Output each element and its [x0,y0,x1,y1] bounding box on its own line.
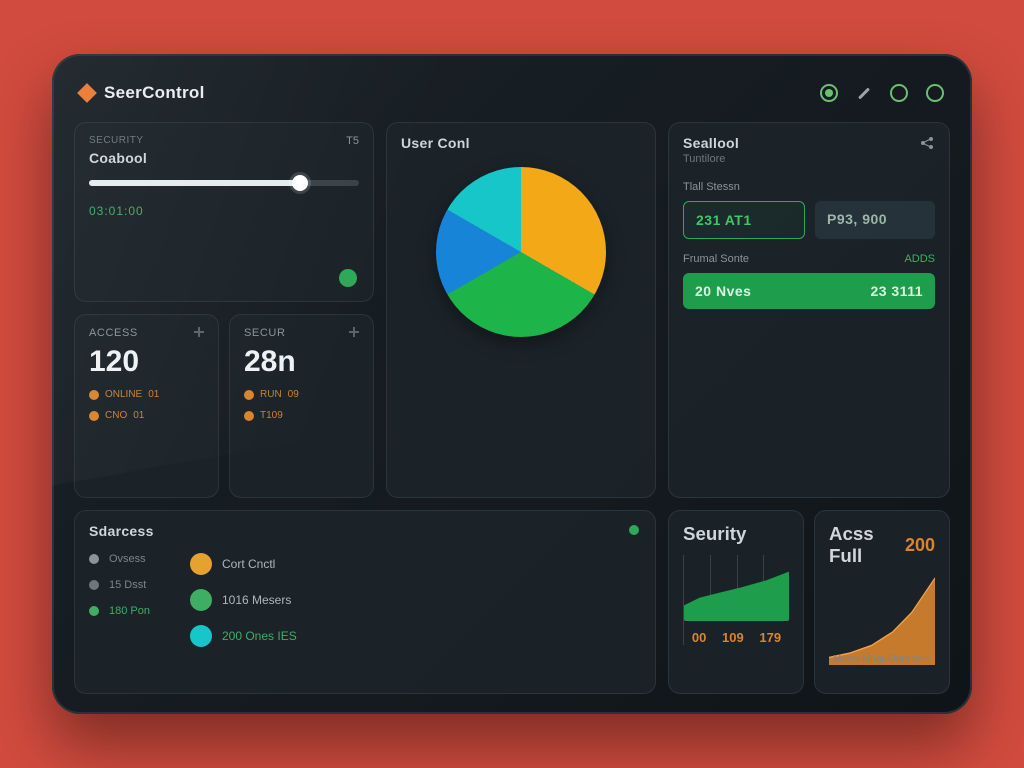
area-tick: Mnan [862,654,887,665]
dot-icon [89,554,99,564]
summary-subtitle: Tuntilore [683,153,739,165]
card-control-overline: SECURITY [89,135,359,146]
globe-icon[interactable] [820,84,838,102]
metric-access-sub2: CNO [105,410,127,421]
card-summary: Seallool Tuntilore Tlall Stessn 231 AT1 … [668,122,950,498]
metric-secur: SECUR 28n RUN 09 T109 [229,314,374,498]
metric-secur-sub1: RUN [260,389,282,400]
control-readout: 03:01:00 [89,204,359,218]
metric-secur-label: SECUR [244,327,359,339]
legend-item[interactable]: Cort Cnctl [190,553,297,575]
summary-row1-label: Tlall Stessn [683,181,935,193]
legend-item[interactable]: 1016 Mesers [190,589,297,611]
metric-access-sub1: ONLINE [105,389,142,400]
bar-tick: 00 [692,630,706,645]
dot-icon [89,411,99,421]
dot-icon [244,411,254,421]
summary-pill-3-left: 20 Nves [695,283,751,299]
status-dot-icon [629,525,639,535]
card-bar: Seurity 00 109 179 [668,510,804,694]
area-tick: Vers [911,654,931,665]
area-chart: Mores Mnan Gent Vers [829,575,935,665]
metric-access-value: 120 [89,345,204,379]
slider-fill [89,180,300,186]
card-area-title: Acss Full [829,523,905,567]
summary-title: Seallool [683,135,739,151]
card-control-title: Coabool [89,150,359,166]
dot-icon [190,625,212,647]
summary-row2-right: ADDS [904,253,935,265]
card-area-value: 200 [905,535,935,556]
dashboard-device: SeerControl SECURITY Coabool T5 03:01:00… [52,54,972,714]
control-slider[interactable] [89,180,359,186]
edit-icon[interactable] [856,85,872,101]
metric-access: ACCESS 120 ONLINE 01 CNO 01 [74,314,219,498]
summary-pill-3-right: 23 3111 [870,283,923,299]
share-icon[interactable] [919,135,935,151]
dashboard-grid: SECURITY Coabool T5 03:01:00 User Conl S… [74,122,950,694]
card-control-tag: T5 [346,135,359,147]
status-ring-icon[interactable] [890,84,908,102]
dot-icon [190,553,212,575]
card-charts-split: Seurity 00 109 179 Acss Full 200 [668,510,950,694]
dot-icon [244,390,254,400]
metric-secur-sub2: T109 [260,410,283,421]
legend-item[interactable]: 200 Ones IES [190,625,297,647]
card-legend: Sdarcess Ovsess 15 Dsst 180 Pon [74,510,656,694]
card-bar-title: Seurity [683,523,789,545]
legend-item: 180 Pon [89,605,150,617]
card-control: SECURITY Coabool T5 03:01:00 [74,122,374,302]
bar-chart: 00 109 179 [683,555,789,645]
legend-item: 15 Dsst [89,579,150,591]
app-header: SeerControl [74,72,950,114]
card-area: Acss Full 200 Mores Mnan Gent Vers [814,510,950,694]
bar-tick: 179 [759,630,781,645]
area-tick: Gent [888,654,910,665]
card-legend-title: Sdarcess [89,523,641,539]
card-metrics-split: ACCESS 120 ONLINE 01 CNO 01 SECUR 28n [74,314,374,498]
header-actions [820,84,944,102]
dot-icon [190,589,212,611]
bar-tick: 109 [722,630,744,645]
slider-knob[interactable] [292,175,308,191]
card-pie: User Conl [386,122,656,498]
status-dot-icon [339,269,357,287]
dot-icon [89,580,99,590]
dot-icon [89,390,99,400]
app-title: SeerControl [104,83,205,103]
card-pie-title: User Conl [401,135,641,151]
metric-access-label: ACCESS [89,327,204,339]
summary-row2-label: Frumal Sonte [683,253,749,265]
summary-pill-1[interactable]: 231 AT1 [683,201,805,239]
summary-pill-3[interactable]: 20 Nves 23 3111 [683,273,935,309]
copy-icon[interactable] [347,325,361,339]
metric-secur-value: 28n [244,345,359,379]
summary-pill-2[interactable]: P93, 900 [815,201,935,239]
expand-icon[interactable] [192,325,206,339]
area-tick: Mores [833,654,861,665]
status-ring-icon[interactable] [926,84,944,102]
logo-icon [77,83,97,103]
dot-icon [89,606,99,616]
legend-item: Ovsess [89,553,150,565]
pie-chart [436,167,606,337]
